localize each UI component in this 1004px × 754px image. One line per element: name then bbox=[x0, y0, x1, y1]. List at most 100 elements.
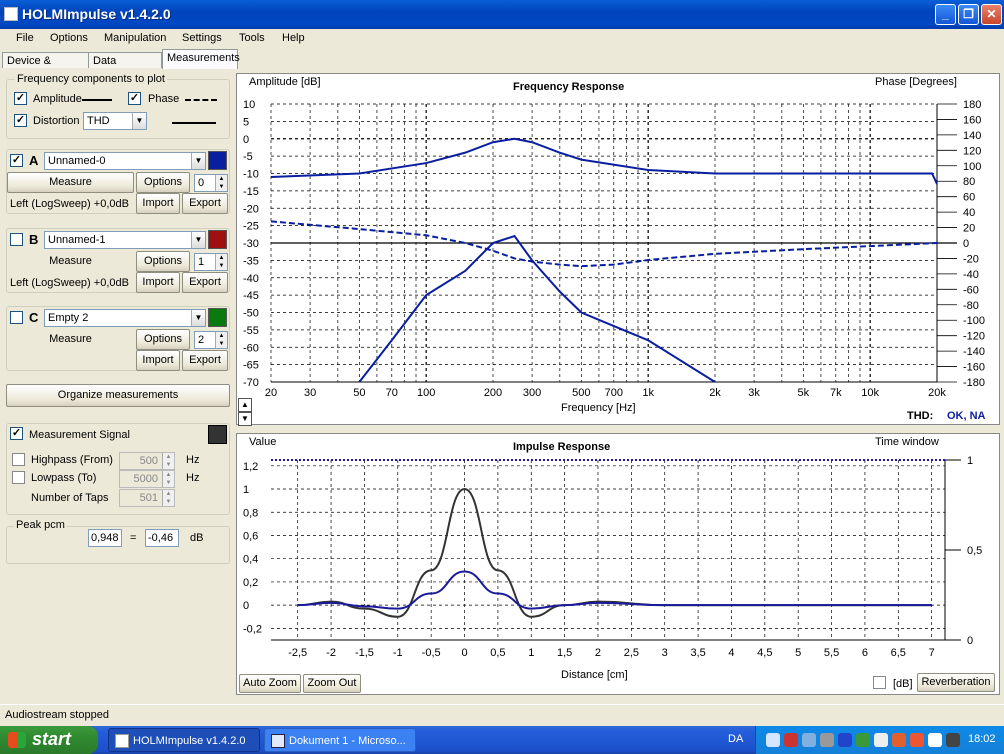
imp-xtick-label: 6,5 bbox=[891, 647, 906, 659]
time-window-tick-label: 1 bbox=[967, 455, 973, 467]
measurement-a-color-swatch[interactable] bbox=[208, 151, 227, 170]
tray-update-icon[interactable] bbox=[892, 733, 906, 747]
tray-alert-icon[interactable] bbox=[910, 733, 924, 747]
db-checkbox[interactable] bbox=[873, 676, 886, 689]
distortion-checkbox[interactable]: ✓ bbox=[14, 114, 27, 127]
measurement-b-options-button[interactable]: Options bbox=[136, 251, 190, 272]
measurement-c-measure-button[interactable]: Measure bbox=[7, 329, 134, 350]
measurement-a-checkbox[interactable]: ✓ bbox=[10, 154, 23, 167]
freq-xtick-label: 5k bbox=[798, 387, 810, 399]
tab-data-analysis[interactable]: Data analysis bbox=[88, 52, 162, 79]
imp-xtick-label: 3 bbox=[662, 647, 668, 659]
peak-db-field[interactable]: -0,46 bbox=[145, 529, 179, 547]
distortion-line-legend bbox=[172, 122, 216, 124]
frequency-response-plot[interactable]: Amplitude [dB] Frequency Response Phase … bbox=[236, 73, 1000, 425]
tray-sound-icon[interactable] bbox=[820, 733, 834, 747]
taps-value: 501 bbox=[139, 492, 158, 504]
menu-options[interactable]: Options bbox=[50, 32, 88, 44]
menu-manipulation[interactable]: Manipulation bbox=[104, 32, 166, 44]
spin-arrows-icon[interactable]: ▲ ▼ bbox=[215, 332, 227, 348]
measurement-b-export-button[interactable]: Export bbox=[182, 272, 228, 293]
scroll-down-icon[interactable]: ▼ bbox=[238, 412, 252, 426]
spin-arrows-icon[interactable]: ▲ ▼ bbox=[162, 490, 174, 506]
phase-checkbox[interactable]: ✓ bbox=[128, 92, 141, 105]
language-indicator[interactable]: DA bbox=[728, 733, 743, 745]
freq-ytick-label: -45 bbox=[243, 290, 259, 302]
menu-tools[interactable]: Tools bbox=[239, 32, 265, 44]
equals-sign: = bbox=[130, 532, 137, 544]
tray-security-icon[interactable] bbox=[784, 733, 798, 747]
taskbar-item-label: HOLMImpulse v1.4.2.0 bbox=[133, 735, 246, 747]
highpass-checkbox[interactable] bbox=[12, 453, 25, 466]
spin-arrows-icon[interactable]: ▲ ▼ bbox=[162, 471, 174, 487]
menu-file[interactable]: File bbox=[16, 32, 34, 44]
title-bar[interactable]: HOLMImpulse v1.4.2.0 _ ❐ ✕ bbox=[0, 0, 1004, 29]
measurement-c-export-button[interactable]: Export bbox=[182, 350, 228, 371]
close-button[interactable]: ✕ bbox=[981, 4, 1002, 25]
measurement-a-import-button[interactable]: Import bbox=[136, 193, 180, 214]
tray-messenger-icon[interactable] bbox=[928, 733, 942, 747]
measurement-b-color-swatch[interactable] bbox=[208, 230, 227, 249]
amplitude-checkbox[interactable]: ✓ bbox=[14, 92, 27, 105]
spin-arrows-icon[interactable]: ▲ ▼ bbox=[215, 254, 227, 270]
tray-user-icon[interactable] bbox=[946, 733, 960, 747]
reverberation-button[interactable]: Reverberation bbox=[917, 673, 995, 692]
highpass-spinner[interactable]: 500 ▲ ▼ bbox=[119, 452, 175, 470]
measurement-b-checkbox[interactable] bbox=[10, 233, 23, 246]
peak-pcm-field[interactable]: 0,948 bbox=[88, 529, 122, 547]
auto-zoom-button[interactable]: Auto Zoom bbox=[239, 674, 301, 693]
tray-antivirus-icon[interactable] bbox=[856, 733, 870, 747]
lowpass-checkbox[interactable] bbox=[12, 471, 25, 484]
measurement-c-checkbox[interactable] bbox=[10, 311, 23, 324]
measurement-signal-checkbox[interactable]: ✓ bbox=[10, 427, 23, 440]
measurement-a-index-spinner[interactable]: 0 ▲ ▼ bbox=[194, 174, 228, 192]
measurement-b-measure-button[interactable]: Measure bbox=[7, 251, 134, 272]
measurement-a-select[interactable]: Unnamed-0 ▼ bbox=[44, 152, 206, 170]
measurement-c-color-swatch[interactable] bbox=[208, 308, 227, 327]
imp-xtick-label: 2,5 bbox=[624, 647, 639, 659]
spin-arrows-icon[interactable]: ▲ ▼ bbox=[162, 453, 174, 469]
imp-xtick-label: 5,5 bbox=[824, 647, 839, 659]
signal-color-swatch[interactable] bbox=[208, 425, 227, 444]
measurement-a-export-button[interactable]: Export bbox=[182, 193, 228, 214]
peak-label: Peak pcm bbox=[14, 519, 67, 531]
word-document-icon bbox=[271, 734, 285, 748]
taps-spinner[interactable]: 501 ▲ ▼ bbox=[119, 489, 175, 507]
zoom-out-button[interactable]: Zoom Out bbox=[303, 674, 361, 693]
lowpass-spinner[interactable]: 5000 ▲ ▼ bbox=[119, 470, 175, 488]
chevron-down-icon: ▼ bbox=[191, 153, 205, 169]
maximize-button[interactable]: ❐ bbox=[958, 4, 979, 25]
measurement-b-index-spinner[interactable]: 1 ▲ ▼ bbox=[194, 253, 228, 271]
start-button[interactable]: start bbox=[0, 726, 98, 754]
menu-settings[interactable]: Settings bbox=[182, 32, 222, 44]
imp-series-0 bbox=[297, 488, 932, 618]
phase-tick-label: -100 bbox=[963, 315, 985, 327]
tray-network-icon[interactable] bbox=[766, 733, 780, 747]
measurement-c-options-button[interactable]: Options bbox=[136, 329, 190, 350]
menu-help[interactable]: Help bbox=[282, 32, 305, 44]
imp-ytick-label: -0,2 bbox=[243, 623, 262, 635]
organize-measurements-button[interactable]: Organize measurements bbox=[6, 384, 230, 407]
minimize-button[interactable]: _ bbox=[935, 4, 956, 25]
measurement-b-import-button[interactable]: Import bbox=[136, 272, 180, 293]
tray-bluetooth-icon[interactable] bbox=[838, 733, 852, 747]
tray-usb-icon[interactable] bbox=[802, 733, 816, 747]
spin-arrows-icon[interactable]: ▲ ▼ bbox=[215, 175, 227, 191]
tab-device-signal[interactable]: Device & Signal bbox=[2, 52, 89, 79]
measurement-a-options-button[interactable]: Options bbox=[136, 172, 190, 193]
measurement-c-select[interactable]: Empty 2 ▼ bbox=[44, 309, 206, 327]
scroll-up-icon[interactable]: ▲ bbox=[238, 398, 252, 412]
measurement-b-select[interactable]: Unnamed-1 ▼ bbox=[44, 231, 206, 249]
measurement-c-index-spinner[interactable]: 2 ▲ ▼ bbox=[194, 331, 228, 349]
status-text: Audiostream stopped bbox=[5, 709, 109, 721]
phase-tick-label: -160 bbox=[963, 362, 985, 374]
taskbar-item-holmimpulse[interactable]: HOLMImpulse v1.4.2.0 bbox=[108, 728, 260, 752]
measurement-a-measure-button[interactable]: Measure bbox=[7, 172, 134, 193]
impulse-response-plot[interactable]: Value Impulse Response Time window -2,5-… bbox=[236, 433, 1000, 695]
measurement-b-letter: B bbox=[29, 232, 39, 247]
tray-phone-icon[interactable] bbox=[874, 733, 888, 747]
taskbar-item-word[interactable]: Dokument 1 - Microso... bbox=[264, 728, 416, 752]
distortion-select[interactable]: THD ▼ bbox=[83, 112, 147, 130]
measurement-c-import-button[interactable]: Import bbox=[136, 350, 180, 371]
tab-measurements[interactable]: Measurements bbox=[162, 49, 240, 69]
